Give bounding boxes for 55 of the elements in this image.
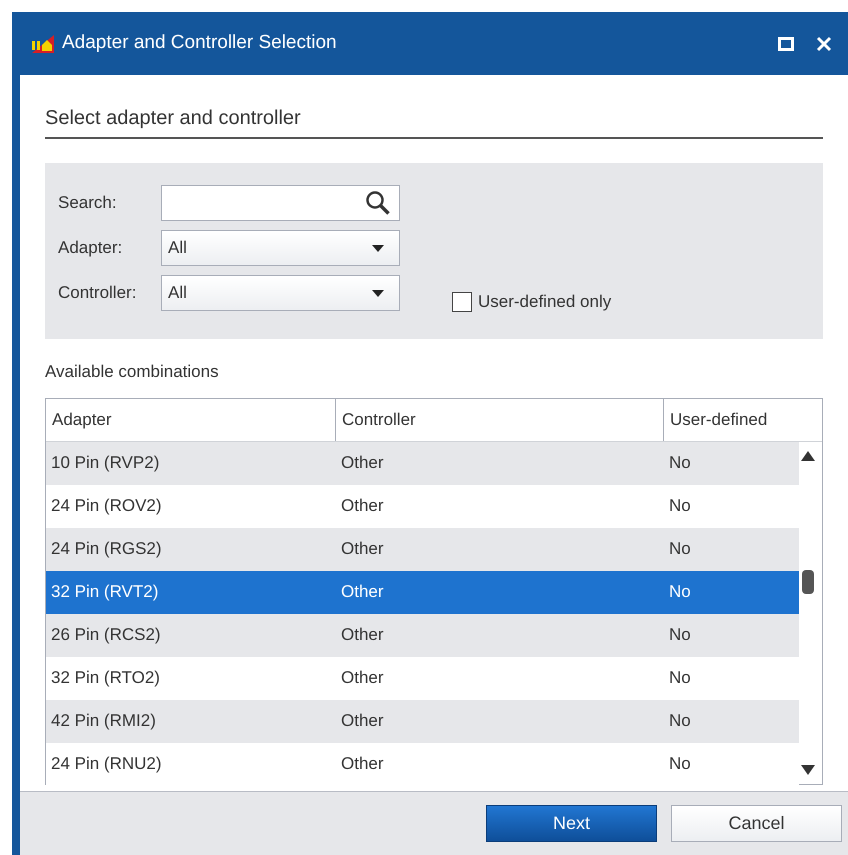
- filter-dropdown[interactable]: All: [161, 275, 400, 311]
- table-cell-text: Other: [340, 753, 385, 776]
- cancel-button[interactable]: Cancel: [671, 805, 842, 842]
- column-header[interactable]: User-defined: [664, 398, 822, 440]
- search-icon: [365, 190, 391, 216]
- table-row[interactable]: 42 Pin (RMI2) Other No: [46, 700, 799, 742]
- maximize-icon: [778, 36, 794, 50]
- table-cell-text: No: [668, 667, 691, 690]
- table-cell-text: 24 Pin (RNU2): [50, 753, 163, 776]
- table-cell-text: Other: [340, 624, 385, 646]
- window-title: Adapter and Controller Selection: [62, 31, 337, 56]
- table-cell-text: Other: [340, 710, 385, 732]
- table-cell-text: No: [668, 710, 691, 732]
- table-row[interactable]: 10 Pin (RVP2) Other No: [46, 442, 799, 484]
- table-cell-text: Other: [340, 452, 385, 474]
- table-cell-text: 26 Pin (RCS2): [50, 624, 162, 646]
- table-row[interactable]: 24 Pin (RNU2) Other No: [46, 742, 799, 786]
- checkbox-label: User-defined only: [478, 291, 612, 313]
- search-field[interactable]: [161, 185, 400, 221]
- table-cell-text: Other: [340, 495, 385, 518]
- table-cell-text: No: [668, 753, 691, 776]
- search-label: Search:: [58, 192, 118, 214]
- table-cell-text: No: [668, 581, 691, 604]
- scroll-down-icon[interactable]: [800, 764, 816, 776]
- table-cell-text: Other: [340, 538, 385, 560]
- app-logo-icon: [30, 32, 56, 54]
- table-cell-text: 32 Pin (RTO2): [50, 667, 161, 690]
- next-button[interactable]: Next: [486, 805, 657, 842]
- table-cell-text: No: [668, 452, 691, 474]
- table-cell-text: Other: [340, 667, 385, 690]
- table-cell-text: No: [668, 538, 691, 560]
- table-row[interactable]: 32 Pin (RVT2) Other No: [46, 570, 799, 614]
- dropdown-caret-icon: [371, 288, 385, 298]
- checkbox[interactable]: [452, 292, 472, 312]
- table-title: Available combinations: [45, 361, 220, 383]
- dropdown-caret-icon: [371, 244, 385, 252]
- table-cell-text: 32 Pin (RVT2): [50, 581, 160, 604]
- scrollbar-thumb[interactable]: [802, 570, 814, 594]
- table-row[interactable]: 24 Pin (RGS2) Other No: [46, 528, 799, 570]
- filter-label: Controller:: [58, 282, 138, 304]
- table-cell-text: 10 Pin (RVP2): [50, 452, 160, 474]
- table-cell-text: 24 Pin (ROV2): [50, 495, 163, 518]
- table-row[interactable]: 26 Pin (RCS2) Other No: [46, 614, 799, 656]
- column-header[interactable]: Controller: [336, 398, 664, 440]
- scroll-up-icon[interactable]: [800, 450, 816, 462]
- column-header[interactable]: Adapter: [46, 398, 336, 440]
- filter-label: Adapter:: [58, 237, 124, 260]
- table-cell-text: No: [668, 624, 691, 646]
- filter-dropdown[interactable]: All: [161, 230, 400, 266]
- table-cell-text: 42 Pin (RMI2): [50, 710, 157, 732]
- table-cell-text: 24 Pin (RGS2): [50, 538, 163, 560]
- table-cell-text: Other: [340, 581, 385, 604]
- table-cell-text: No: [668, 495, 691, 518]
- close-icon: [816, 36, 832, 52]
- section-title: Select adapter and controller: [45, 103, 823, 139]
